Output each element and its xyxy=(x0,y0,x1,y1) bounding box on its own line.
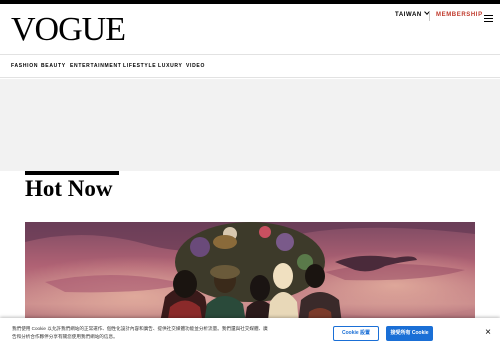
nav-item-fashion[interactable]: FASHION xyxy=(11,63,38,69)
close-icon[interactable]: × xyxy=(482,327,494,339)
nav-item-entertainment[interactable]: ENTERTAINMENT xyxy=(70,63,122,69)
cookie-settings-button[interactable]: Cookie 設置 xyxy=(333,326,379,341)
nav-item-luxury[interactable]: LUXURY xyxy=(158,63,183,69)
membership-link[interactable]: MEMBERSHIP xyxy=(436,12,483,18)
region-label: TAIWAN xyxy=(395,12,422,18)
nav-item-beauty[interactable]: BEAUTY xyxy=(41,63,66,69)
accept-all-cookies-button[interactable]: 接受所有 Cookie xyxy=(386,326,433,341)
cookie-notice-text: 我們使用 Cookie 以允許我們網站的正常運作、個性化設計內容和廣告、提供社交… xyxy=(12,326,268,339)
header-divider xyxy=(429,12,430,21)
section-title: Hot Now xyxy=(25,176,113,201)
hamburger-menu-icon[interactable] xyxy=(484,15,493,23)
ad-placeholder xyxy=(0,79,500,171)
nav-item-video[interactable]: VIDEO xyxy=(186,63,205,69)
vogue-logo[interactable]: VOGUE xyxy=(11,13,126,47)
section-rule xyxy=(25,171,119,175)
site-header: VOGUE TAIWAN MEMBERSHIP xyxy=(0,4,500,54)
main-nav: FASHION BEAUTY ENTERTAINMENT LIFESTYLE L… xyxy=(0,54,500,78)
region-selector[interactable]: TAIWAN xyxy=(395,9,430,18)
cookie-banner: 我們使用 Cookie 以允許我們網站的正常運作、個性化設計內容和廣告、提供社交… xyxy=(0,318,500,348)
nav-item-lifestyle[interactable]: LIFESTYLE xyxy=(123,63,156,69)
